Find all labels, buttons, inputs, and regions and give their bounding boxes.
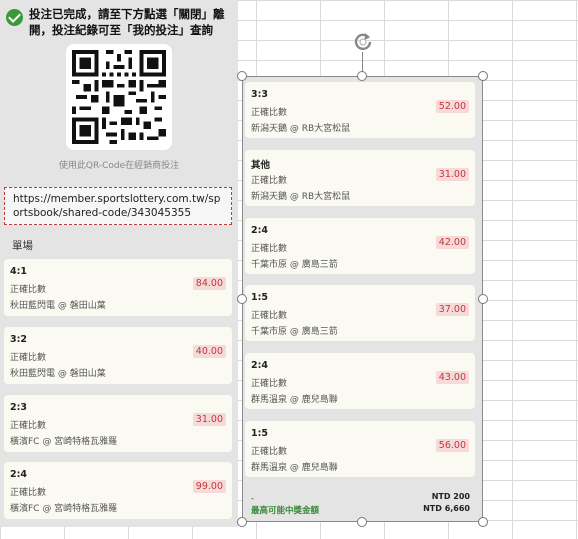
bet-match: 橫濱FC @ 宮崎特格瓦雅羅: [10, 504, 118, 514]
image-selection-frame: [242, 76, 483, 522]
rotate-connector: [362, 52, 363, 72]
bet-score: 2:4: [10, 469, 28, 480]
bet-odds: 31.00: [192, 413, 226, 426]
bet-score: 4:1: [10, 266, 28, 277]
bet-card: 4:1 正確比數 秋田藍閃電 @ 磐田山葉 84.00: [4, 259, 232, 316]
bet-card: 2:4 正確比數 橫濱FC @ 宮崎特格瓦雅羅 99.00: [4, 462, 232, 519]
bet-odds: 99.00: [192, 480, 226, 493]
resize-handle-top-right[interactable]: [478, 71, 488, 81]
success-notice: 投注已完成，請至下方點選「關閉」離開，投注紀錄可至「我的投注」查詢: [6, 6, 236, 38]
success-message: 投注已完成，請至下方點選「關閉」離開，投注紀錄可至「我的投注」查詢: [29, 7, 225, 37]
resize-handle-left[interactable]: [237, 294, 247, 304]
resize-handle-top-left[interactable]: [237, 71, 247, 81]
check-circle-icon: [6, 9, 23, 26]
share-url: https://member.sportslottery.com.tw/spor…: [4, 187, 232, 225]
resize-handle-bottom-right[interactable]: [478, 517, 488, 527]
bet-confirmation-image-left[interactable]: 投注已完成，請至下方點選「關閉」離開，投注紀錄可至「我的投注」查詢 使用此QR-…: [0, 0, 238, 527]
bet-odds: 40.00: [192, 345, 226, 358]
rotate-icon[interactable]: [351, 30, 375, 54]
bet-score: 3:2: [10, 334, 28, 345]
bet-score: 2:3: [10, 402, 28, 413]
bet-market: 正確比數: [10, 488, 47, 498]
bet-card: 3:2 正確比數 秋田藍閃電 @ 磐田山葉 40.00: [4, 327, 232, 384]
bet-match: 橫濱FC @ 宮崎特格瓦雅羅: [10, 437, 118, 447]
resize-handle-bottom-left[interactable]: [237, 517, 247, 527]
bet-match: 秋田藍閃電 @ 磐田山葉: [10, 301, 106, 311]
bet-market: 正確比數: [10, 353, 47, 363]
resize-handle-right[interactable]: [478, 294, 488, 304]
qr-caption: 使用此QR-Code在經銷商投注: [58, 161, 180, 171]
qr-code: [66, 44, 172, 150]
bet-odds: 84.00: [192, 277, 226, 290]
bet-card: 2:3 正確比數 橫濱FC @ 宮崎特格瓦雅羅 31.00: [4, 395, 232, 452]
resize-handle-bottom[interactable]: [357, 517, 367, 527]
section-label: 單場: [12, 240, 33, 252]
bet-market: 正確比數: [10, 421, 47, 431]
resize-handle-top[interactable]: [357, 71, 367, 81]
bet-match: 秋田藍閃電 @ 磐田山葉: [10, 369, 106, 379]
bet-market: 正確比數: [10, 285, 47, 295]
